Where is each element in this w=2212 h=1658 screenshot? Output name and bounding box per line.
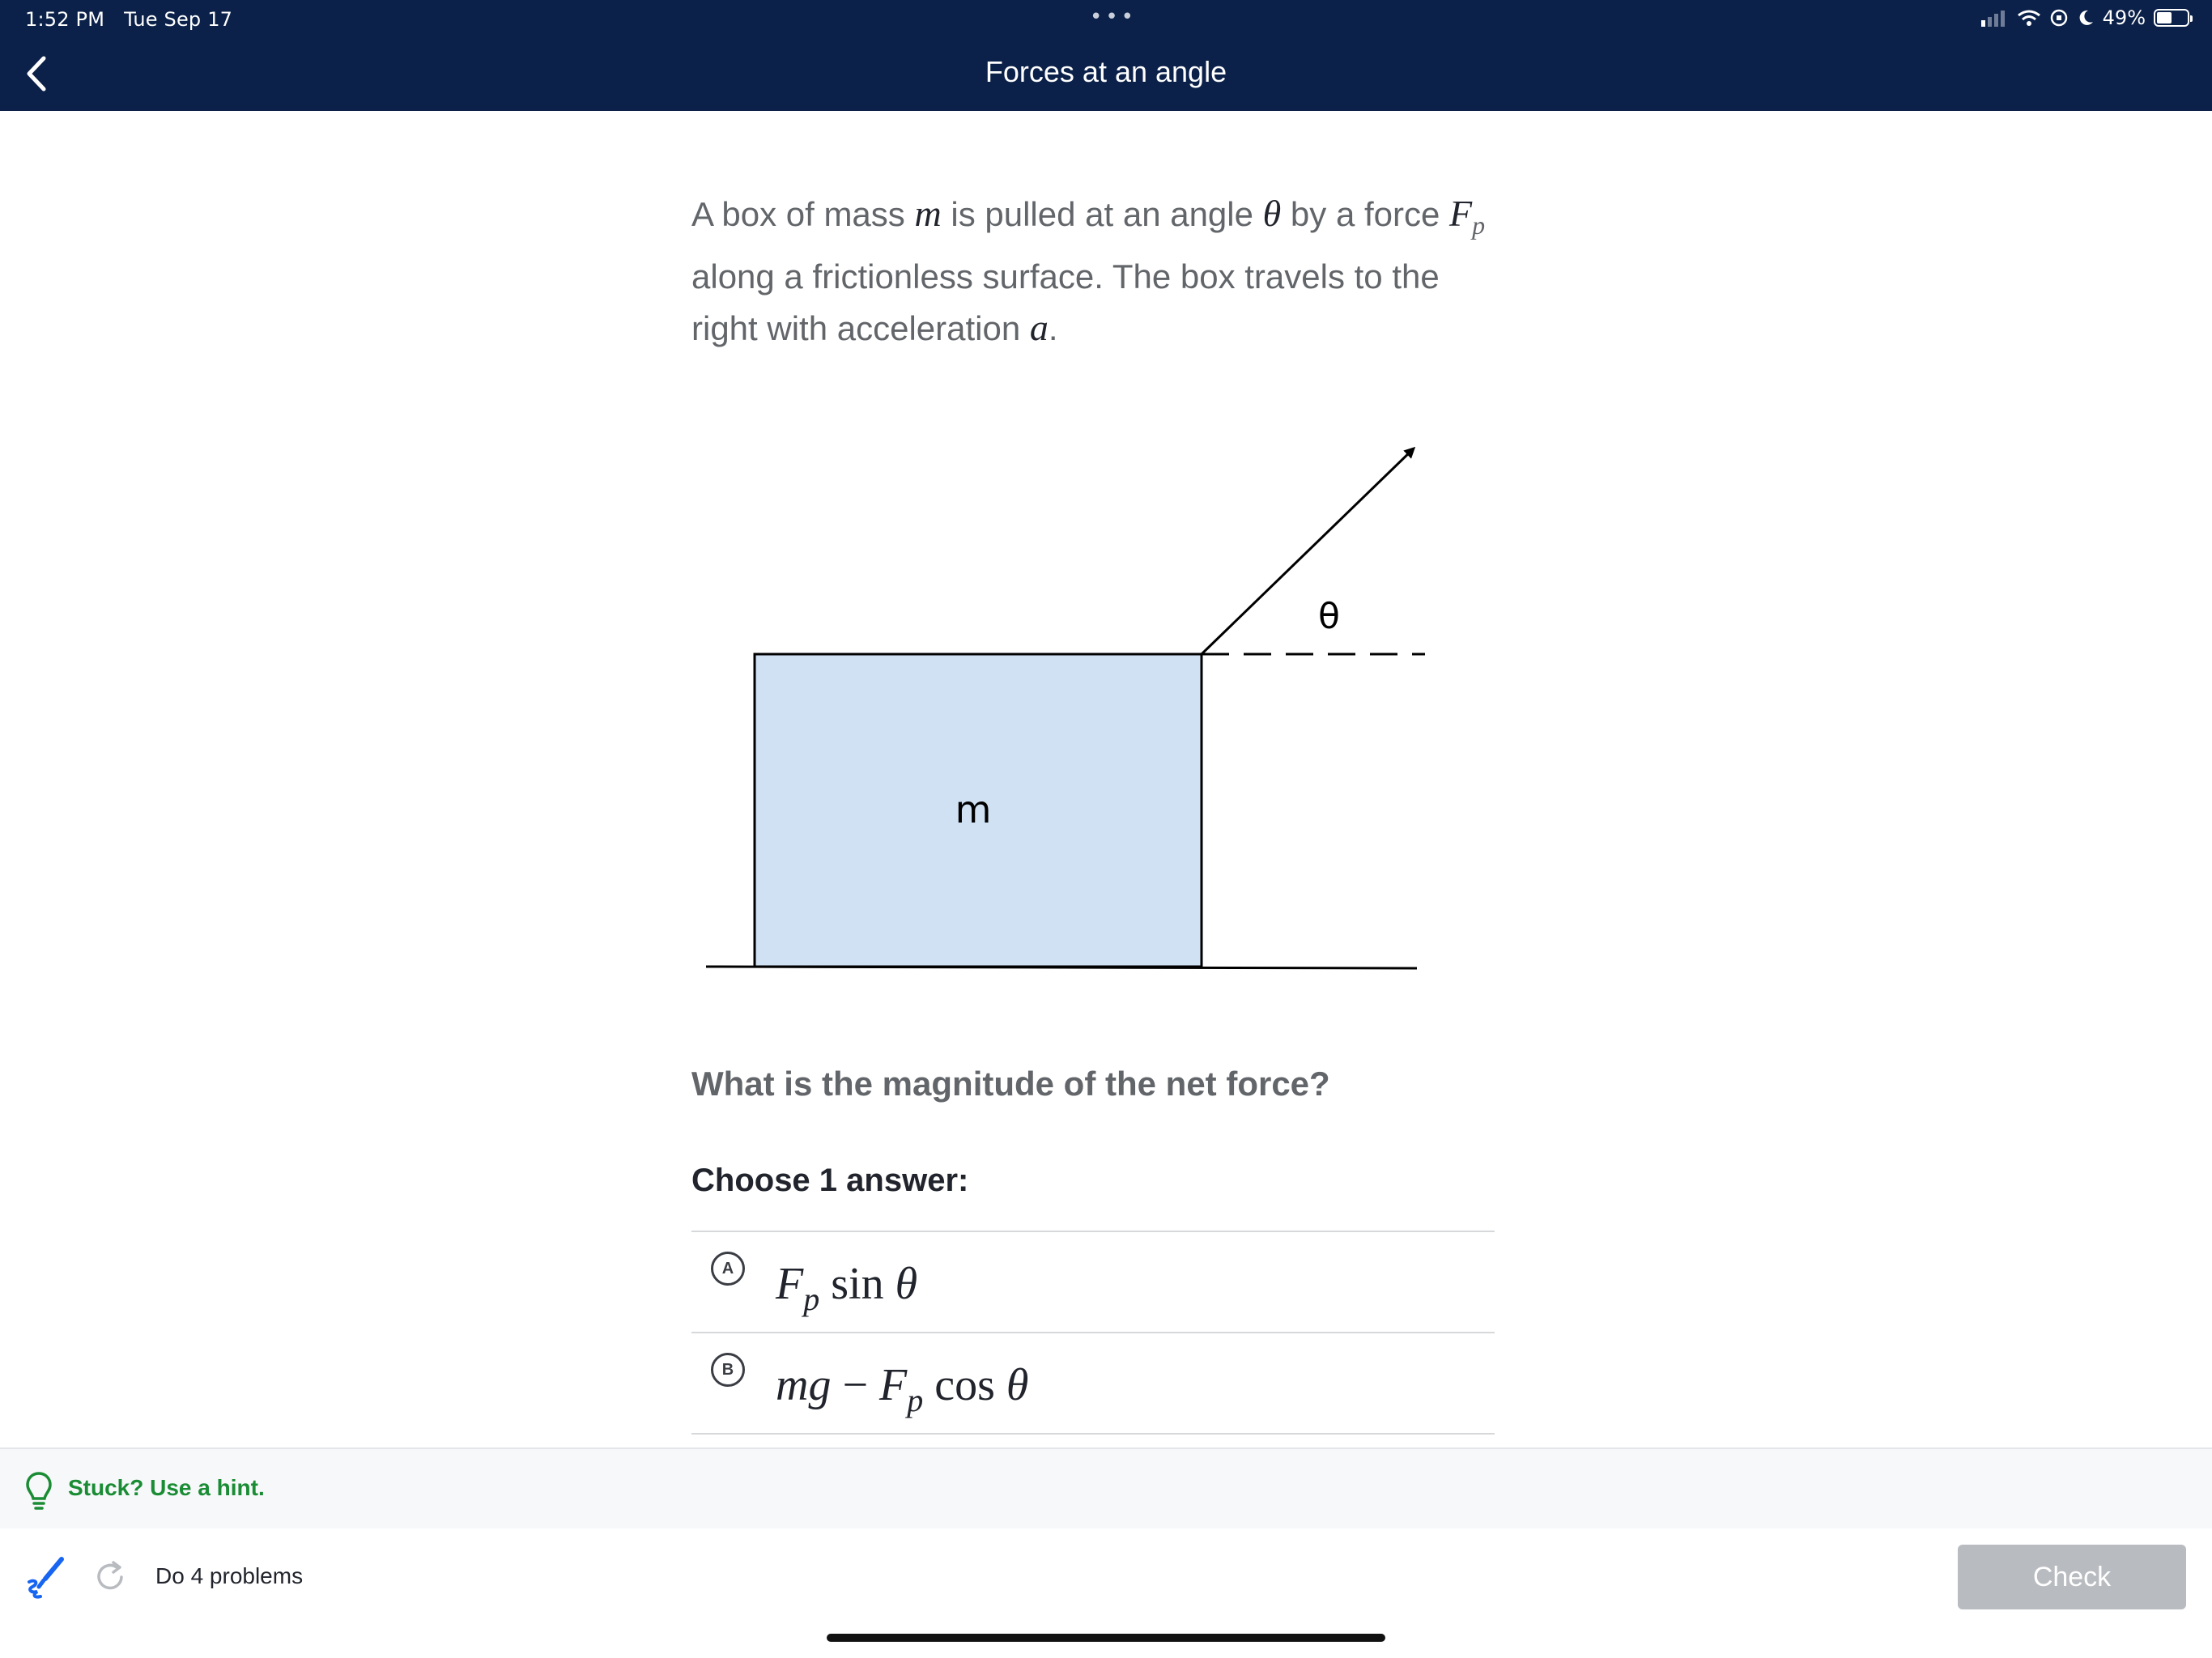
question-text: What is the magnitude of the net force? [691, 1065, 1330, 1103]
angle-label: θ [1318, 596, 1340, 637]
answer-choice-a[interactable]: A Fp sin θ [691, 1231, 1495, 1332]
battery-icon [2154, 9, 2193, 27]
page-title: Forces at an angle [985, 55, 1227, 88]
math-F: F [879, 1360, 908, 1410]
hint-link[interactable]: Stuck? Use a hint. [68, 1475, 265, 1501]
check-button[interactable]: Check [1958, 1545, 2186, 1609]
mass-label: m [955, 788, 992, 831]
answer-b-expression: mg − Fp cos θ [776, 1359, 1028, 1419]
problem-text-part: by a force [1281, 195, 1450, 233]
math-theta: θ [1006, 1360, 1029, 1410]
home-indicator[interactable] [827, 1634, 1385, 1642]
answer-a-expression: Fp sin θ [776, 1258, 917, 1318]
problem-text: A box of mass m is pulled at an angle θ … [691, 188, 1501, 354]
answer-choice-b[interactable]: B mg − Fp cos θ [691, 1332, 1495, 1435]
answer-choices: A Fp sin θ B mg − Fp cos θ [691, 1231, 1495, 1435]
math-a: a [1029, 307, 1049, 348]
status-date: Tue Sep 17 [124, 8, 233, 31]
problem-text-part: . [1048, 309, 1058, 347]
math-subscript-p: p [1472, 210, 1486, 240]
hint-bar: Stuck? Use a hint. [0, 1448, 2212, 1530]
math-minus: − [831, 1360, 880, 1410]
status-bar-left: 1:52 PM Tue Sep 17 [25, 8, 232, 31]
problem-text-part: is pulled at an angle [941, 195, 1263, 233]
math-cos: cos [923, 1360, 1006, 1410]
math-mg: mg [776, 1360, 832, 1410]
redo-icon[interactable] [92, 1558, 128, 1596]
problem-statement: A box of mass m is pulled at an angle θ … [691, 188, 1501, 354]
signal-icon [1980, 11, 2005, 27]
math-F: F [1449, 193, 1473, 234]
pull-force-arrow [1200, 446, 1416, 656]
math-theta: θ [895, 1259, 918, 1309]
battery-percentage: 49% [2102, 6, 2146, 29]
wifi-icon [2017, 10, 2040, 26]
do-not-disturb-moon-icon [2079, 10, 2093, 25]
math-subscript-p: p [803, 1281, 820, 1317]
app-header: 1:52 PM Tue Sep 17 ••• 49% Forces at an … [0, 0, 2212, 111]
problem-text-part: along a frictionless surface. The box tr… [691, 257, 1440, 347]
choice-letter-b: B [711, 1353, 745, 1387]
scratchpad-pen-icon[interactable] [24, 1554, 66, 1600]
lightbulb-icon[interactable] [24, 1470, 53, 1512]
math-m: m [914, 193, 942, 234]
status-time: 1:52 PM [25, 8, 105, 31]
progress-label: Do 4 problems [155, 1563, 304, 1588]
math-sin: sin [819, 1259, 895, 1309]
status-bar-right: 49% [1980, 6, 2193, 29]
math-subscript-p: p [907, 1382, 924, 1418]
force-diagram: m θ F P [705, 446, 1425, 970]
math-theta: θ [1262, 193, 1282, 234]
orientation-lock-icon [2050, 9, 2067, 27]
multitasking-dots-icon[interactable]: ••• [1090, 5, 1137, 29]
choose-answer-label: Choose 1 answer: [691, 1163, 969, 1198]
problem-text-part: A box of mass [691, 195, 915, 233]
choice-letter-a: A [711, 1252, 745, 1286]
math-F: F [776, 1259, 804, 1309]
